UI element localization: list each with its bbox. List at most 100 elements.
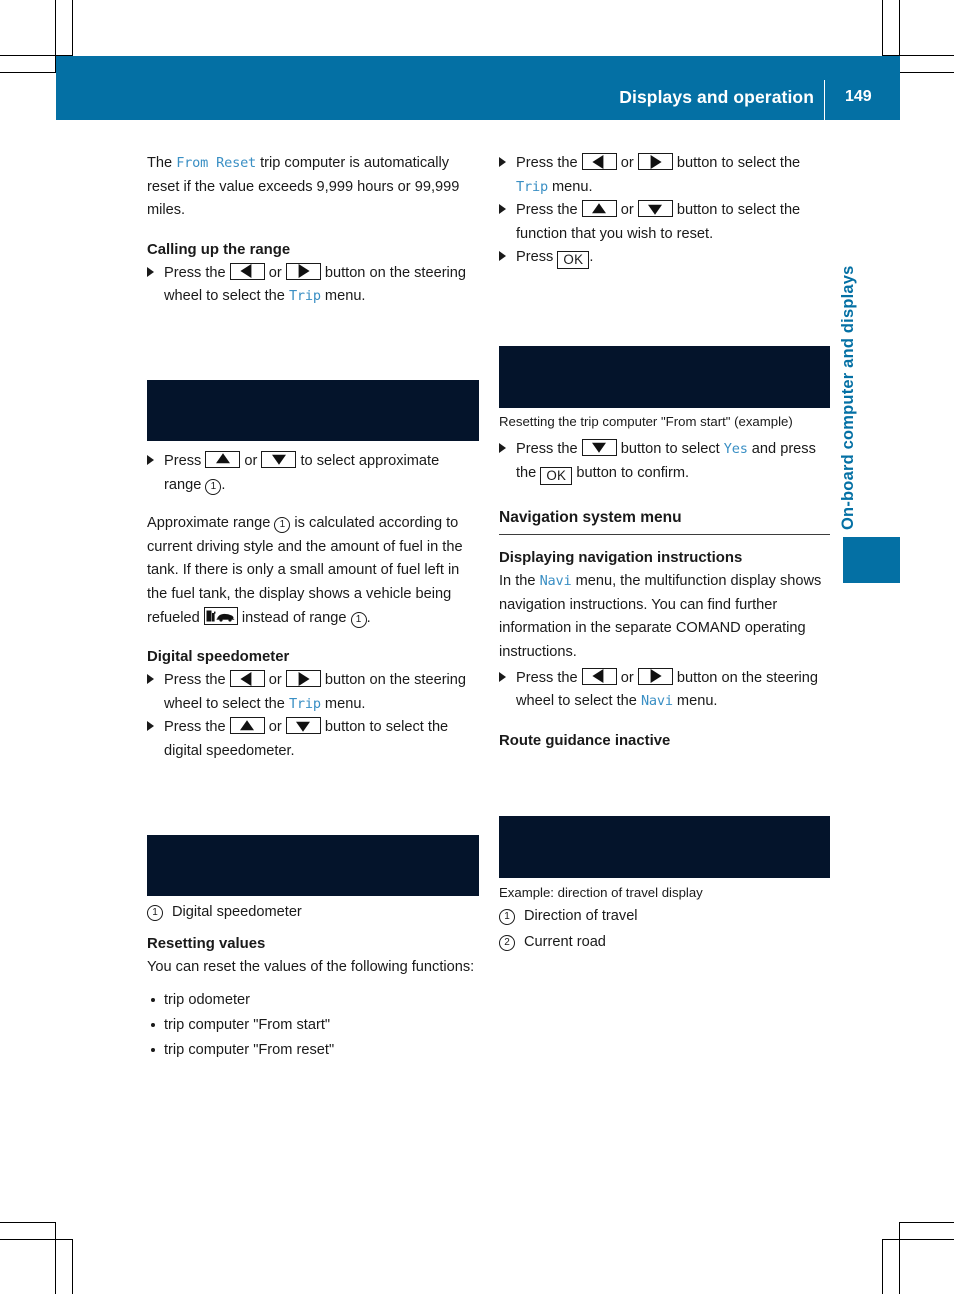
step-text-1: Press: [516, 249, 558, 266]
cropmark-top-right-h2: [899, 72, 954, 73]
page-header-bar: Displays and operation 149: [56, 56, 900, 120]
heading-resetting-values: Resetting values: [147, 935, 266, 952]
legend-direction-of-travel: 1 Direction of travel 2 Current road: [499, 903, 830, 955]
arrow-up-icon[interactable]: [581, 200, 617, 218]
step-text-2: or: [240, 452, 262, 469]
step-reset-select-trip-menu: Press the or button to select the Trip m…: [499, 152, 830, 199]
arrow-right-icon[interactable]: [285, 262, 321, 280]
cropmark-bot-left-v2: [72, 1239, 73, 1294]
caption-direction-of-travel: Example: direction of travel display: [499, 884, 703, 900]
step-text-2: or: [264, 719, 286, 736]
arrow-right-icon[interactable]: [285, 670, 321, 688]
arrow-left-icon[interactable]: [581, 667, 617, 685]
header-divider: [824, 80, 825, 120]
step-text-1: Press the: [516, 155, 582, 171]
cropmark-top-left-v2: [72, 0, 73, 56]
step-text-2: or: [616, 155, 638, 171]
step-arrow-icon: [499, 251, 506, 262]
step-confirm-reset: Press the button to select Yes and press…: [499, 438, 830, 485]
nav-text-1: In the: [499, 573, 540, 590]
cropmark-bot-left-h1: [0, 1222, 56, 1223]
step-press-ok: Press OK.: [499, 246, 830, 270]
callout-number-1: 1: [205, 478, 222, 495]
step-text-4: menu.: [320, 695, 366, 712]
step-text-1: Press the: [516, 440, 582, 457]
legend-item-label: Current road: [524, 933, 606, 950]
step-arrow-icon: [147, 454, 154, 465]
cropmark-bot-left-v1: [55, 1222, 56, 1294]
bullet-dot-icon: [151, 998, 155, 1003]
step-select-approximate-range: Press or to select approximate range 1.: [147, 450, 479, 497]
illustration-range-display: [147, 379, 479, 441]
list-item-label: trip computer "From start": [164, 1017, 331, 1034]
callout-number-1: 1: [274, 517, 291, 534]
left-column: The From Reset trip computer is automati…: [147, 152, 479, 1063]
arrow-down-icon[interactable]: [261, 450, 297, 468]
step-text-1: Press: [164, 452, 206, 469]
step-arrow-icon: [499, 157, 506, 167]
arrow-down-icon[interactable]: [637, 200, 673, 218]
step-speedo-select-function: Press the or button to select the digita…: [147, 716, 479, 763]
arrow-left-icon[interactable]: [581, 153, 617, 170]
list-item: trip computer "From reset": [147, 1038, 479, 1063]
step-text-1: Press the: [516, 669, 582, 686]
approx-text-1: Approximate range: [147, 515, 275, 532]
intro-paragraph: The From Reset trip computer is automati…: [147, 152, 479, 223]
legend-item: 1 Direction of travel: [499, 903, 830, 929]
list-item: trip odometer: [147, 988, 479, 1013]
cropmark-bot-right-v2: [882, 1239, 883, 1294]
arrow-down-icon[interactable]: [581, 438, 617, 456]
arrow-up-icon[interactable]: [229, 717, 265, 735]
cropmark-bot-right-h1: [899, 1222, 954, 1223]
callout-number-2: 2: [499, 934, 515, 951]
arrow-right-icon[interactable]: [637, 667, 673, 685]
step-text-4: .: [221, 476, 226, 493]
heading-digital-speedometer: Digital speedometer: [147, 649, 290, 666]
arrow-down-icon[interactable]: [285, 717, 321, 735]
step-text-4: menu.: [320, 288, 366, 305]
legend-item-label: Digital speedometer: [172, 903, 302, 920]
arrow-right-icon[interactable]: [637, 153, 673, 170]
bullet-dot-icon: [151, 1023, 155, 1028]
arrow-up-icon[interactable]: [205, 450, 241, 468]
legend-digital-speedometer: 1 Digital speedometer: [147, 899, 479, 925]
legend-item-label: Direction of travel: [524, 907, 638, 924]
step-text-4: button to confirm.: [572, 464, 690, 481]
step-text-1: Press the: [164, 672, 230, 689]
chapter-side-tab-marker: [843, 537, 900, 583]
step-text-2: or: [616, 669, 638, 686]
heading-displaying-navigation-instructions: Displaying navigation instructions: [499, 550, 743, 567]
list-item-label: trip odometer: [164, 992, 250, 1009]
arrow-left-icon[interactable]: [229, 262, 265, 280]
step-text-1: Press the: [516, 202, 582, 219]
legend-item: 1 Digital speedometer: [147, 899, 479, 925]
step-arrow-icon: [147, 721, 154, 732]
cropmark-top-left-h2: [0, 72, 56, 73]
step-text-2: button to select: [616, 440, 724, 457]
code-trip: Trip: [288, 695, 321, 712]
cropmark-bot-right-h2: [882, 1239, 954, 1240]
ok-button-icon[interactable]: OK: [540, 466, 573, 485]
step-arrow-icon: [147, 674, 154, 685]
step-speedo-select-trip-menu: Press the or button on the steering whee…: [147, 669, 479, 716]
step-select-navi-menu: Press the or button on the steering whee…: [499, 667, 830, 714]
heading-route-guidance-inactive: Route guidance inactive: [499, 732, 671, 749]
approximate-range-paragraph: Approximate range 1 is calculated accord…: [147, 512, 479, 630]
step-select-trip-menu: Press the or button on the steering whee…: [147, 262, 479, 309]
bullet-dot-icon: [151, 1048, 155, 1053]
step-text-1: Press the: [164, 719, 230, 736]
step-text-4: menu.: [547, 178, 593, 195]
list-item-label: trip computer "From reset": [164, 1042, 335, 1059]
code-trip: Trip: [516, 178, 548, 195]
arrow-left-icon[interactable]: [229, 670, 265, 688]
code-trip: Trip: [288, 288, 321, 305]
page-number: 149: [845, 88, 872, 105]
list-item: trip computer "From start": [147, 1013, 479, 1038]
illustration-reset-from-start: [499, 345, 830, 408]
step-text-2: or: [616, 202, 638, 219]
callout-number-1: 1: [147, 904, 163, 921]
code-navi: Navi: [640, 693, 673, 710]
intro-text-before: The: [147, 155, 177, 171]
illustration-digital-speedometer: [147, 834, 479, 896]
ok-button-icon[interactable]: OK: [557, 251, 590, 270]
